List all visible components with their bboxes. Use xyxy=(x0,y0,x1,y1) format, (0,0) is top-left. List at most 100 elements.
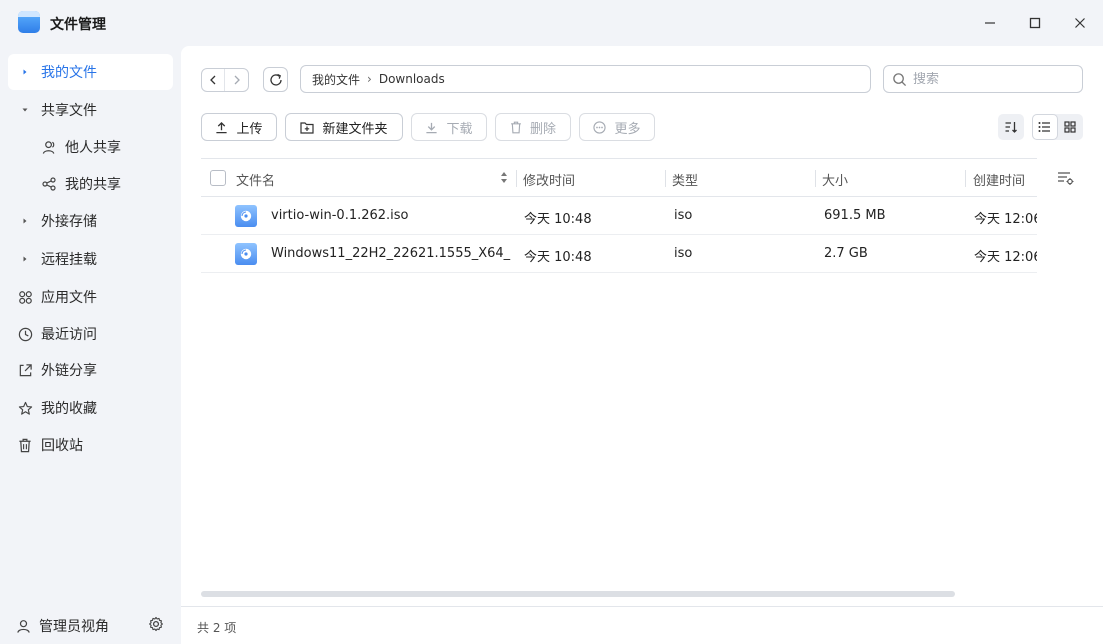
sidebar-item-label: 外接存储 xyxy=(41,214,97,230)
more-icon xyxy=(593,120,607,134)
sidebar-item-others-shared[interactable]: 他人共享 xyxy=(8,129,173,165)
trash-icon xyxy=(17,437,33,453)
close-button[interactable] xyxy=(1065,8,1095,38)
upload-label: 上传 xyxy=(236,121,263,137)
caret-right-icon xyxy=(21,255,29,263)
user-icon xyxy=(17,619,30,633)
sidebar-item-label: 我的文件 xyxy=(41,65,97,81)
caret-right-icon xyxy=(21,217,29,225)
column-header-created[interactable]: 创建时间 xyxy=(973,170,1025,189)
file-type: iso xyxy=(674,208,693,223)
column-divider[interactable] xyxy=(965,170,966,187)
forward-button[interactable] xyxy=(225,69,248,91)
more-label: 更多 xyxy=(614,121,641,137)
sort-button[interactable] xyxy=(998,114,1024,140)
sidebar-item-label: 我的共享 xyxy=(65,177,121,193)
close-icon xyxy=(1075,18,1085,28)
clock-icon xyxy=(17,326,33,342)
select-all-checkbox[interactable] xyxy=(210,170,226,186)
breadcrumb-item-root[interactable]: 我的文件 xyxy=(312,71,360,88)
maximize-icon xyxy=(1029,17,1041,29)
grid-icon xyxy=(1064,121,1076,133)
maximize-button[interactable] xyxy=(1020,8,1050,38)
sidebar-item-favorites[interactable]: 我的收藏 xyxy=(8,390,173,426)
sidebar-item-link-share[interactable]: 外链分享 xyxy=(8,352,173,388)
column-header-type[interactable]: 类型 xyxy=(672,170,698,189)
sidebar-item-my-files[interactable]: 我的文件 xyxy=(8,54,173,90)
search-icon xyxy=(893,72,907,86)
file-created: 今天 12:06 xyxy=(974,212,1037,227)
settings-button[interactable] xyxy=(148,616,166,634)
sidebar-item-label: 应用文件 xyxy=(41,290,97,306)
download-button[interactable]: 下载 xyxy=(411,113,487,141)
admin-view-toggle[interactable]: 管理员视角 xyxy=(16,616,109,636)
column-divider[interactable] xyxy=(665,170,666,187)
sidebar-item-recent[interactable]: 最近访问 xyxy=(8,316,173,352)
caret-right-icon xyxy=(21,68,29,76)
file-size: 691.5 MB xyxy=(824,208,886,223)
window-title: 文件管理 xyxy=(50,17,106,33)
folder-app-icon xyxy=(18,11,40,33)
sidebar-item-remote-mount[interactable]: 远程挂载 xyxy=(8,241,173,277)
column-header-size[interactable]: 大小 xyxy=(822,170,848,189)
file-type: iso xyxy=(674,246,693,261)
download-icon xyxy=(426,122,438,133)
sidebar-item-app-files[interactable]: 应用文件 xyxy=(8,279,173,315)
search-input[interactable] xyxy=(913,71,1073,87)
list-view-button[interactable] xyxy=(1032,114,1058,140)
file-name: Windows11_22H2_22621.1555_X64_... xyxy=(271,246,511,261)
minimize-icon xyxy=(985,22,995,24)
item-count: 共 2 项 xyxy=(197,621,237,635)
admin-view-label: 管理员视角 xyxy=(39,619,109,635)
file-created: 今天 12:06 xyxy=(974,250,1037,265)
column-header-modified[interactable]: 修改时间 xyxy=(523,170,575,189)
sidebar: 我的文件 共享文件 他人共享 我的共享 外接存储 远程挂载 应用文件 最近访问 xyxy=(0,46,181,606)
sidebar-item-label: 他人共享 xyxy=(65,140,121,156)
column-settings-icon xyxy=(1058,172,1074,185)
table-row[interactable]: virtio-win-0.1.262.iso 今天 10:48 iso 691.… xyxy=(201,197,1037,235)
new-folder-label: 新建文件夹 xyxy=(322,121,388,137)
column-divider[interactable] xyxy=(815,170,816,187)
sidebar-item-shared-files[interactable]: 共享文件 xyxy=(8,92,173,128)
sidebar-item-label: 远程挂载 xyxy=(41,252,97,268)
refresh-button[interactable] xyxy=(263,67,288,92)
back-button[interactable] xyxy=(202,69,225,91)
upload-button[interactable]: 上传 xyxy=(201,113,277,141)
search-box xyxy=(883,65,1083,93)
iso-file-icon xyxy=(235,205,257,227)
sort-toggle-icon[interactable] xyxy=(500,171,508,188)
status-bar: 共 2 项 xyxy=(181,606,1103,644)
more-button[interactable]: 更多 xyxy=(579,113,655,141)
history-nav xyxy=(201,68,249,92)
file-modified: 今天 10:48 xyxy=(524,250,592,265)
new-folder-icon xyxy=(300,121,315,134)
sidebar-item-recycle-bin[interactable]: 回收站 xyxy=(8,427,173,463)
title-bar: 文件管理 xyxy=(0,0,1103,46)
column-header-name[interactable]: 文件名 xyxy=(236,170,275,189)
chevron-right-icon: › xyxy=(367,72,372,86)
table-row[interactable]: Windows11_22H2_22621.1555_X64_... 今天 10:… xyxy=(201,235,1037,273)
column-divider[interactable] xyxy=(516,170,517,187)
chevron-right-icon xyxy=(234,75,240,85)
sidebar-item-label: 我的收藏 xyxy=(41,401,97,417)
minimize-button[interactable] xyxy=(975,8,1005,38)
delete-button[interactable]: 删除 xyxy=(495,113,571,141)
grid-view-button[interactable] xyxy=(1058,114,1084,140)
refresh-icon xyxy=(269,73,282,86)
chevron-left-icon xyxy=(210,75,216,85)
user-icon xyxy=(41,139,57,155)
sidebar-item-my-shares[interactable]: 我的共享 xyxy=(8,166,173,202)
caret-down-icon xyxy=(21,106,29,114)
iso-file-icon xyxy=(235,243,257,265)
breadcrumb-item-current[interactable]: Downloads xyxy=(379,72,445,86)
sidebar-item-label: 共享文件 xyxy=(41,103,97,119)
sidebar-item-label: 回收站 xyxy=(41,438,83,454)
sidebar-item-label: 外链分享 xyxy=(41,363,97,379)
horizontal-scrollbar[interactable] xyxy=(201,591,955,597)
star-icon xyxy=(17,400,33,416)
file-modified: 今天 10:48 xyxy=(524,212,592,227)
column-settings-button[interactable] xyxy=(1057,170,1075,188)
sidebar-footer: 管理员视角 xyxy=(0,606,181,644)
new-folder-button[interactable]: 新建文件夹 xyxy=(285,113,403,141)
sidebar-item-external-storage[interactable]: 外接存储 xyxy=(8,203,173,239)
